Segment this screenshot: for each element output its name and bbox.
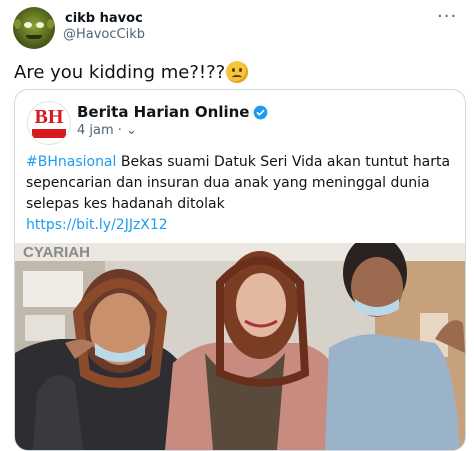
quoted-author[interactable]: Berita Harian Online	[77, 103, 268, 121]
author-handle[interactable]: @HavocCikb	[63, 27, 145, 42]
avatar[interactable]	[13, 7, 55, 49]
more-horizontal-icon[interactable]: ···	[437, 6, 457, 27]
verified-badge-icon	[254, 105, 268, 119]
tweet-text: Are you kidding me?!??	[14, 61, 249, 83]
avatar-mouth	[26, 35, 42, 39]
woozy-face-emoji-icon	[226, 61, 249, 83]
logo-bh-text: BH	[34, 106, 64, 128]
quoted-text: #BHnasional Bekas suami Datuk Seri Vida …	[26, 152, 456, 215]
avatar-eye	[36, 22, 44, 28]
hashtag-link[interactable]: #BHnasional	[26, 154, 116, 170]
article-link[interactable]: https://bit.ly/2JJzX12	[26, 217, 168, 233]
avatar-ear	[14, 19, 21, 29]
author-name[interactable]: cikb havoc	[65, 11, 143, 26]
logo-strip	[32, 129, 66, 138]
photo-sign-text: CYARIAH	[23, 244, 90, 261]
meta-separator: ·	[117, 123, 122, 138]
avatar-eye	[24, 22, 32, 28]
news-photo[interactable]: CYARIAH	[15, 243, 465, 450]
tweet-text-content: Are you kidding me?!??	[14, 61, 226, 83]
quoted-author-name: Berita Harian Online	[77, 103, 250, 121]
chevron-down-icon[interactable]: ⌄	[126, 123, 137, 138]
news-photo-image: CYARIAH	[15, 243, 465, 450]
avatar-ear	[47, 19, 54, 29]
quoted-time[interactable]: 4 jam	[77, 123, 114, 138]
quoted-tweet-card[interactable]: BH Berita Harian Online 4 jam · ⌄ #BHnas…	[14, 89, 466, 451]
quoted-meta: 4 jam · ⌄	[77, 123, 137, 138]
berita-harian-logo[interactable]: BH	[27, 101, 71, 145]
